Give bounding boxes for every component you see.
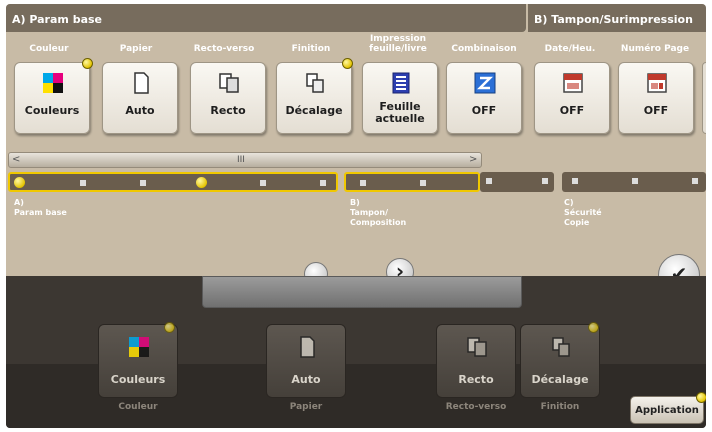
sheet-print-icon: [392, 72, 410, 94]
simplex-icon: [467, 337, 487, 357]
summary-duplex-value: Recto: [458, 373, 494, 386]
color-cmyk-icon: [43, 73, 63, 93]
summary-finishing-caption: Finition: [540, 402, 580, 412]
paper-value: Auto: [125, 104, 155, 117]
sheet-print-button[interactable]: Feuille actuelle: [362, 62, 438, 134]
label-couleur: Couleur: [29, 44, 69, 54]
track-label-c: C) Sécurité Copie: [564, 198, 602, 227]
scroll-grip-icon[interactable]: III: [237, 155, 245, 165]
duplex-button[interactable]: Recto: [190, 62, 266, 134]
horizontal-scrollbar[interactable]: < III >: [8, 152, 482, 168]
track-label-b: B) Tampon/ Composition: [350, 198, 407, 227]
label-finition: Finition: [291, 44, 331, 54]
finishing-button[interactable]: Décalage: [276, 62, 352, 134]
label-recto-verso: Recto-verso: [193, 44, 255, 54]
color-cmyk-icon: [129, 337, 149, 357]
function-panel: A) Param base B) Tampon/Surimpression Co…: [6, 4, 706, 296]
finishing-value: Décalage: [285, 104, 343, 117]
paper-button[interactable]: Auto: [102, 62, 178, 134]
offset-icon: [552, 337, 570, 357]
summary-color-value: Couleurs: [110, 373, 166, 386]
track-position-icon: [196, 177, 207, 188]
track-position-icon: [14, 177, 25, 188]
label-papier: Papier: [119, 44, 153, 54]
label-impression: Impression feuille/livre: [369, 34, 427, 54]
summary-duplex-button[interactable]: Recto: [436, 324, 516, 398]
simplex-icon: [219, 73, 239, 93]
changed-indicator-icon: [696, 392, 706, 403]
date-time-button[interactable]: OFF: [534, 62, 610, 134]
section-a-track[interactable]: [8, 172, 338, 192]
offset-icon: [306, 73, 324, 93]
summary-color-caption: Couleur: [118, 402, 158, 412]
combination-icon: [474, 72, 496, 94]
color-value: Couleurs: [24, 104, 80, 117]
application-button[interactable]: Application: [630, 396, 704, 424]
next-button-edge[interactable]: [702, 62, 706, 134]
summary-duplex-caption: Recto-verso: [445, 402, 507, 412]
section-b-header: B) Tampon/Surimpression: [528, 4, 706, 32]
sheet-print-value: Feuille actuelle: [375, 100, 425, 125]
summary-paper-value: Auto: [291, 373, 321, 386]
scroll-left-icon[interactable]: <: [12, 154, 20, 165]
combination-button[interactable]: OFF: [446, 62, 522, 134]
section-b-track-rest[interactable]: [480, 172, 554, 192]
changed-indicator-icon: [164, 322, 175, 333]
page-number-value: OFF: [643, 104, 669, 117]
scroll-right-icon[interactable]: >: [469, 154, 477, 165]
changed-indicator-icon: [82, 58, 93, 69]
date-time-value: OFF: [559, 104, 585, 117]
paper-icon: [300, 336, 315, 358]
copy-settings-screen: A) Param base B) Tampon/Surimpression Co…: [6, 4, 706, 428]
label-combinaison: Combinaison: [451, 44, 517, 54]
label-date-heure: Date/Heu.: [544, 44, 596, 54]
date-stamp-icon: [563, 73, 583, 93]
changed-indicator-icon: [588, 322, 599, 333]
summary-finishing-button[interactable]: Décalage: [520, 324, 600, 398]
combination-value: OFF: [471, 104, 497, 117]
track-label-a: A) Param base: [14, 198, 67, 217]
page-number-icon: [647, 73, 667, 93]
color-button[interactable]: Couleurs: [14, 62, 90, 134]
summary-color-button[interactable]: Couleurs: [98, 324, 178, 398]
changed-indicator-icon: [342, 58, 353, 69]
panel-handle[interactable]: [202, 276, 522, 308]
paper-icon: [134, 72, 149, 94]
label-numero-page: Numéro Page: [620, 44, 690, 54]
section-c-track[interactable]: [562, 172, 706, 192]
duplex-value: Recto: [210, 104, 246, 117]
summary-paper-button[interactable]: Auto: [266, 324, 346, 398]
page-number-button[interactable]: OFF: [618, 62, 694, 134]
summary-paper-caption: Papier: [289, 402, 323, 412]
section-a-header: A) Param base: [6, 4, 526, 32]
section-b-track[interactable]: [344, 172, 480, 192]
summary-finishing-value: Décalage: [531, 373, 589, 386]
